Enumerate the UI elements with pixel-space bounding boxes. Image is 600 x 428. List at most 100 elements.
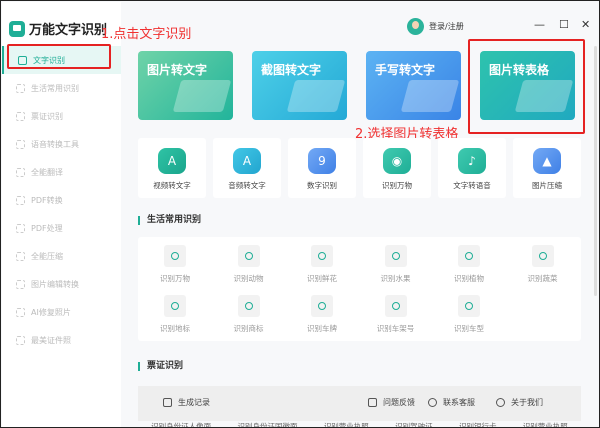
sidebar-item-label: 全能翻译: [31, 167, 63, 177]
scan-icon: [384, 245, 407, 267]
tool-card[interactable]: 9 数字识别: [288, 138, 356, 198]
life-item-label: 识别万物: [160, 274, 190, 283]
tool-label: 文字转语音: [453, 181, 491, 190]
sidebar-item[interactable]: 票证识别: [2, 102, 121, 130]
support-button[interactable]: 联系客服: [428, 397, 475, 408]
tool-icon: ▲: [533, 148, 561, 174]
sidebar-item-label: 生活常用识别: [31, 83, 79, 93]
tool-label: 视频转文字: [153, 181, 191, 190]
life-item[interactable]: 识别车架号: [366, 295, 426, 334]
sidebar-item[interactable]: AI修复照片: [2, 298, 121, 326]
feedback-button[interactable]: 问题反馈: [368, 397, 415, 408]
ticket-item[interactable]: 识别营业执照: [324, 421, 369, 427]
nav-icon: [16, 83, 25, 93]
life-item[interactable]: 识别植物: [439, 245, 499, 284]
sidebar-item-label: 图片编辑转换: [31, 279, 79, 289]
avatar: [407, 18, 424, 35]
life-recognition-grid: 识别万物 识别动物 识别鲜花 识别水果 识别植物 识别蔬菜识别地标 识别商标 识别车牌 识别车架…: [138, 237, 581, 341]
nav-icon: [16, 167, 25, 177]
life-item[interactable]: 识别鲜花: [292, 245, 352, 284]
scan-icon: [164, 245, 186, 267]
banner-label: 手写转文字: [375, 63, 436, 77]
life-item[interactable]: 识别商标: [219, 295, 279, 334]
life-item[interactable]: 识别水果: [366, 245, 426, 284]
life-item-label: 识别地标: [160, 324, 190, 333]
sidebar-item[interactable]: PDF处理: [2, 214, 121, 242]
tool-label: 数字识别: [307, 181, 337, 190]
ticket-recognition-row: 识别身份证人像面 识别身份证国徽面 识别营业执照 识别驾驶证 识别银行卡 识别营业执照: [138, 421, 581, 427]
life-item-label: 识别车型: [454, 324, 484, 333]
tool-card[interactable]: A 视频转文字: [138, 138, 206, 198]
ticket-item[interactable]: 识别身份证国徽面: [237, 421, 297, 427]
tool-card[interactable]: ◉ 识别万物: [363, 138, 431, 198]
tool-icon: ◉: [383, 148, 411, 174]
history-label: 生成记录: [178, 398, 210, 407]
sidebar-item[interactable]: 全能翻译: [2, 158, 121, 186]
app-title: 万能文字识别: [29, 23, 108, 38]
tool-label: 图片压缩: [532, 181, 562, 190]
sidebar-item-label: 票证识别: [31, 111, 63, 121]
banner-illustration: [172, 80, 232, 112]
banner-screenshot-to-text[interactable]: 截图转文字: [252, 51, 347, 120]
ticket-item[interactable]: 识别身份证人像面: [151, 421, 211, 427]
nav-icon: [16, 195, 25, 205]
sidebar-item-label: 全能压缩: [31, 251, 63, 261]
support-icon: [428, 398, 437, 407]
tool-card[interactable]: ♪ 文字转语音: [438, 138, 506, 198]
scrollbar[interactable]: [594, 46, 597, 296]
about-button[interactable]: 关于我们: [496, 397, 543, 408]
tool-card[interactable]: ▲ 图片压缩: [513, 138, 581, 198]
section-title-life: 生活常用识别: [138, 216, 201, 225]
sidebar-item-label: 最美证件照: [31, 335, 71, 345]
life-item-label: 识别植物: [454, 274, 484, 283]
tool-card[interactable]: A 音频转文字: [213, 138, 281, 198]
login-button[interactable]: 登录/注册: [407, 18, 464, 35]
sidebar-item-label: PDF处理: [31, 223, 63, 233]
sidebar-item-label: PDF转换: [31, 195, 63, 205]
sidebar-nav: 文字识别 生活常用识别 票证识别 语音转换工具 全能翻译 PDF转换 PDF处理 全能压缩 图片…: [2, 46, 121, 354]
ticket-item[interactable]: 识别驾驶证: [395, 421, 433, 427]
app-logo: 万能文字识别: [9, 19, 107, 38]
nav-icon: [16, 251, 25, 261]
life-item[interactable]: 识别车型: [439, 295, 499, 334]
banner-label: 图片转文字: [147, 63, 208, 77]
maximize-button[interactable]: ☐: [559, 18, 569, 31]
scan-icon: [531, 245, 554, 267]
sidebar-item[interactable]: 全能压缩: [2, 242, 121, 270]
history-button[interactable]: 生成记录: [163, 397, 210, 408]
nav-icon: [16, 335, 25, 345]
sidebar-item[interactable]: 生活常用识别: [2, 74, 121, 102]
feedback-label: 问题反馈: [383, 398, 415, 407]
banner-illustration: [286, 80, 346, 112]
life-item[interactable]: 识别动物: [219, 245, 279, 284]
life-item[interactable]: 识别地标: [145, 295, 205, 334]
login-label: 登录/注册: [429, 22, 464, 31]
feedback-icon: [368, 398, 377, 407]
sidebar-item[interactable]: 图片编辑转换: [2, 270, 121, 298]
tool-label: 识别万物: [382, 181, 412, 190]
history-icon: [163, 398, 172, 407]
scan-icon: [237, 295, 260, 317]
nav-icon: [16, 223, 25, 233]
banner-image-to-text[interactable]: 图片转文字: [138, 51, 233, 120]
sidebar-item[interactable]: PDF转换: [2, 186, 121, 214]
sidebar-item[interactable]: 语音转换工具: [2, 130, 121, 158]
life-item[interactable]: 识别蔬菜: [513, 245, 573, 284]
ticket-item[interactable]: 识别银行卡: [459, 421, 497, 427]
life-item-label: 识别蔬菜: [527, 274, 558, 283]
sidebar-item-label: 语音转换工具: [31, 139, 79, 149]
minimize-button[interactable]: —: [534, 18, 545, 31]
banner-handwriting-to-text[interactable]: 手写转文字: [366, 51, 461, 120]
about-label: 关于我们: [511, 398, 543, 407]
life-item-label: 识别鲜花: [307, 274, 337, 283]
life-item[interactable]: 识别万物: [145, 245, 205, 284]
app-window: 万能文字识别 文字识别 生活常用识别 票证识别 语音转换工具 全能翻译 PDF转换 PDF处…: [0, 0, 600, 428]
close-button[interactable]: ✕: [581, 18, 590, 31]
banner-label: 截图转文字: [261, 63, 322, 77]
sidebar-item[interactable]: 最美证件照: [2, 326, 121, 354]
life-item-label: 识别动物: [233, 274, 264, 283]
ticket-item[interactable]: 识别营业执照: [523, 421, 568, 427]
tool-icon: 9: [308, 148, 336, 174]
life-item[interactable]: 识别车牌: [292, 295, 352, 334]
scan-icon: [164, 295, 186, 317]
